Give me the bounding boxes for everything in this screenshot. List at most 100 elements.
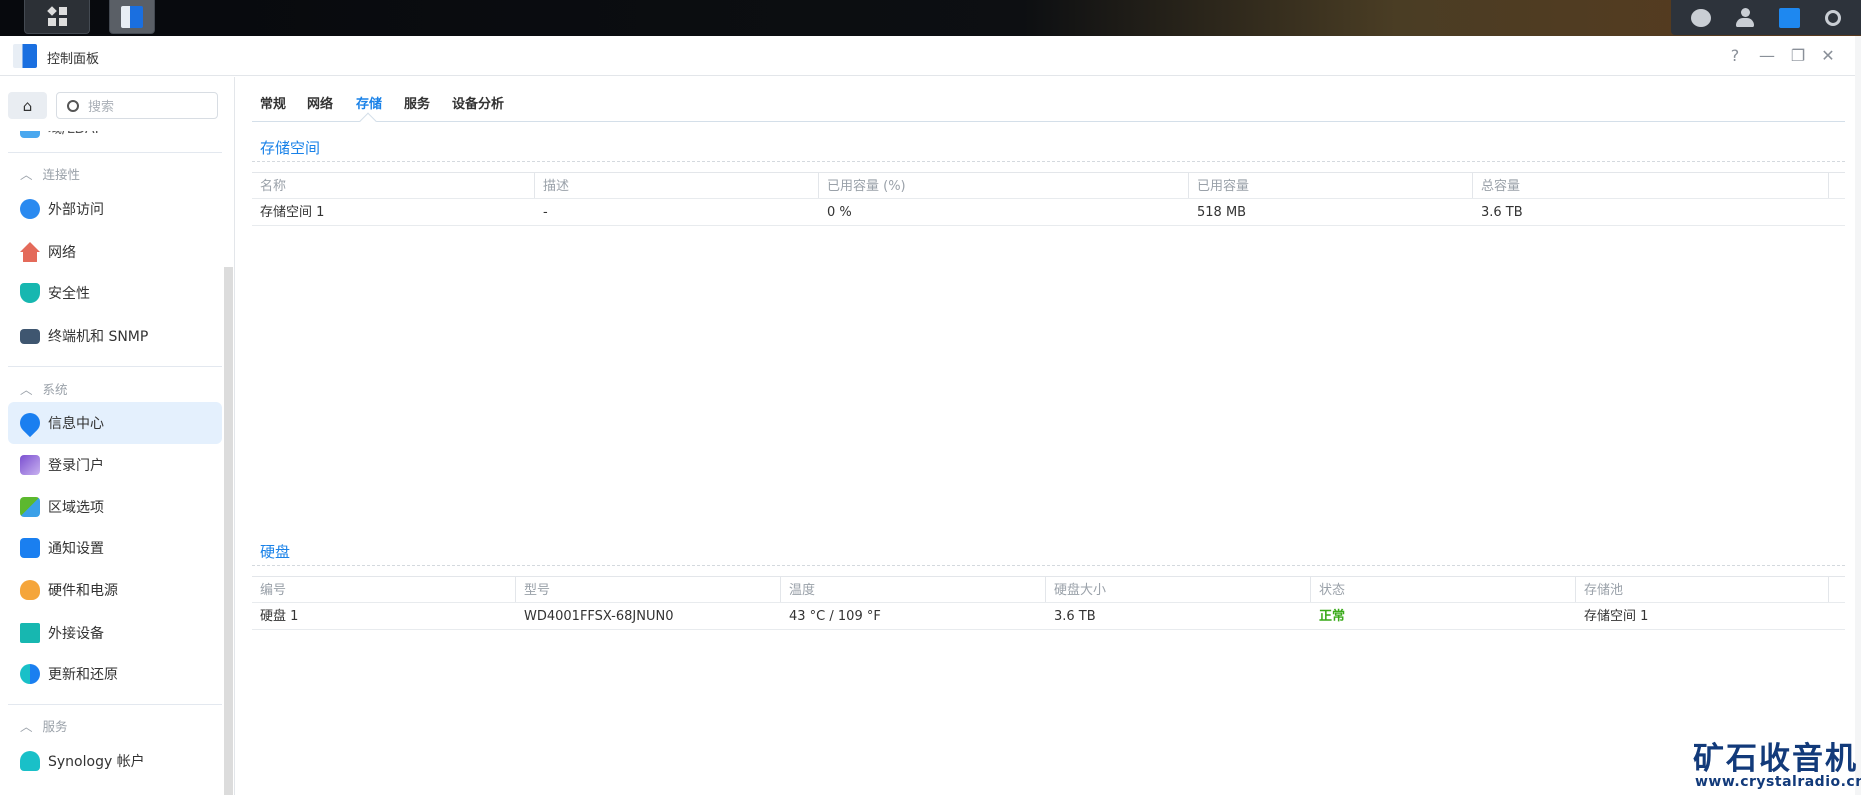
taskbar (0, 0, 1861, 36)
sidebar-item-terminal-snmp[interactable]: 终端机和 SNMP (8, 316, 222, 356)
disks-table: 编号 型号 温度 硬盘大小 状态 存储池 硬盘 1 WD4001FFSX-68J… (252, 576, 1845, 630)
sidebar-scrollbar[interactable] (224, 267, 233, 795)
update-arrows-icon (20, 664, 40, 684)
column-header[interactable]: 名称 (252, 173, 535, 198)
table-row[interactable]: 存储空间 1 - 0 % 518 MB 3.6 TB (252, 199, 1845, 226)
sidebar-item-label: 通知设置 (48, 541, 104, 557)
search-placeholder: 搜索 (88, 100, 115, 115)
sidebar-item-info-center[interactable]: 信息中心 (8, 402, 222, 444)
window-edge (1855, 36, 1861, 795)
widgets-icon[interactable] (1778, 7, 1800, 28)
column-header[interactable]: 编号 (252, 577, 516, 602)
sidebar-item-network[interactable]: 网络 (8, 232, 222, 272)
account-icon (20, 751, 40, 771)
home-button[interactable]: ⌂ (8, 92, 47, 119)
storage-table: 名称 描述 已用容量 (%) 已用容量 总容量 存储空间 1 - 0 % 518… (252, 172, 1845, 226)
group-system[interactable]: ︿ 系统 (20, 379, 68, 398)
column-header[interactable]: 型号 (516, 577, 781, 602)
sidebar-item-label: 更新和还原 (48, 667, 118, 683)
group-label: 连接性 (42, 167, 81, 182)
cell-name: 存储空间 1 (260, 205, 325, 220)
cell-pool: 存储空间 1 (1584, 609, 1649, 624)
main-menu-icon (46, 6, 67, 26)
minimize-button[interactable]: — (1756, 46, 1778, 66)
column-header[interactable]: 已用容量 (%) (819, 173, 1189, 198)
divider (8, 704, 222, 705)
column-header[interactable]: 已用容量 (1189, 173, 1473, 198)
sidebar-item-external-devices[interactable]: 外接设备 (8, 613, 222, 653)
control-panel-taskbar-button[interactable] (109, 0, 155, 34)
search-icon[interactable] (1824, 9, 1841, 26)
sidebar-item-notification[interactable]: 通知设置 (8, 528, 222, 568)
sidebar-item-external-access[interactable]: 外部访问 (8, 189, 222, 229)
tab-services[interactable]: 服务 (404, 93, 430, 112)
cell-used: 518 MB (1197, 205, 1247, 220)
home-icon: ⌂ (22, 96, 33, 115)
user-icon[interactable] (1736, 7, 1755, 28)
sidebar-item-label: 登录门户 (48, 458, 104, 474)
group-connectivity[interactable]: ︿ 连接性 (20, 164, 80, 183)
column-header[interactable]: 温度 (781, 577, 1046, 602)
divider (8, 152, 222, 153)
search-input[interactable]: 搜索 (56, 92, 218, 119)
close-button[interactable]: ✕ (1817, 46, 1839, 66)
group-label: 系统 (42, 382, 68, 397)
sidebar-item-label: 外部访问 (48, 202, 104, 218)
cell-description: - (543, 205, 548, 220)
sidebar-item-hardware-power[interactable]: 硬件和电源 (8, 570, 222, 610)
network-home-icon (20, 242, 40, 262)
notification-icon (20, 538, 40, 558)
watermark-title: 矿石收音机 (1693, 741, 1858, 777)
group-label: 服务 (42, 719, 68, 734)
sidebar-item-label: 网络 (48, 245, 76, 261)
cell-id: 硬盘 1 (260, 609, 299, 624)
help-button[interactable]: ? (1724, 46, 1746, 66)
cell-model: WD4001FFSX-68JNUN0 (524, 609, 674, 624)
sidebar-item-regional-options[interactable]: 区域选项 (8, 487, 222, 527)
column-header[interactable]: 总容量 (1473, 173, 1829, 198)
sidebar-item-label: Synology 帐户 (48, 754, 145, 770)
divider (252, 161, 1845, 162)
column-header[interactable]: 硬盘大小 (1046, 577, 1311, 602)
info-icon (15, 408, 45, 438)
cell-temperature: 43 °C / 109 °F (789, 609, 881, 624)
sidebar-item-label: 区域选项 (48, 500, 104, 516)
external-device-icon (20, 623, 40, 643)
tab-device-analytics[interactable]: 设备分析 (452, 93, 504, 112)
tab-underline (252, 121, 1845, 122)
control-panel-app-icon (121, 5, 143, 28)
sidebar-item-label: 域/LDAP (48, 121, 104, 137)
search-icon (67, 99, 79, 112)
sidebar-item-label: 外接设备 (48, 626, 104, 642)
sidebar-item-label: 硬件和电源 (48, 583, 118, 599)
sidebar-item-label: 信息中心 (48, 416, 104, 432)
sidebar-item-login-portal[interactable]: 登录门户 (8, 445, 222, 485)
regional-clock-icon (20, 497, 40, 517)
column-header[interactable]: 存储池 (1576, 577, 1829, 602)
cell-total: 3.6 TB (1481, 205, 1523, 220)
main-menu-button[interactable] (24, 0, 90, 34)
tab-network[interactable]: 网络 (307, 93, 333, 112)
sidebar-item-update-restore[interactable]: 更新和还原 (8, 654, 222, 694)
watermark-url: www.crystalradio.cn (1695, 774, 1861, 790)
tab-storage[interactable]: 存储 (356, 93, 382, 112)
column-header[interactable]: 状态 (1311, 577, 1576, 602)
window-titlebar: 控制面板 (0, 36, 1855, 76)
login-portal-icon (20, 455, 40, 475)
table-header: 名称 描述 已用容量 (%) 已用容量 总容量 (252, 172, 1845, 199)
chat-icon[interactable] (1691, 8, 1712, 27)
window-title: 控制面板 (47, 52, 100, 67)
sidebar-item-label: 安全性 (48, 286, 90, 302)
column-header[interactable]: 描述 (535, 173, 819, 198)
lightbulb-icon (20, 580, 40, 600)
disks-section-title: 硬盘 (260, 543, 291, 561)
table-row[interactable]: 硬盘 1 WD4001FFSX-68JNUN0 43 °C / 109 °F 3… (252, 603, 1845, 630)
group-services[interactable]: ︿ 服务 (20, 716, 68, 735)
storage-section-title: 存储空间 (260, 139, 321, 157)
table-header: 编号 型号 温度 硬盘大小 状态 存储池 (252, 576, 1845, 603)
restore-button[interactable]: ❐ (1787, 46, 1809, 66)
sidebar-item-synology-account[interactable]: Synology 帐户 (8, 741, 222, 781)
terminal-icon (20, 328, 40, 344)
tab-general[interactable]: 常规 (260, 93, 286, 112)
sidebar-item-security[interactable]: 安全性 (8, 273, 222, 313)
